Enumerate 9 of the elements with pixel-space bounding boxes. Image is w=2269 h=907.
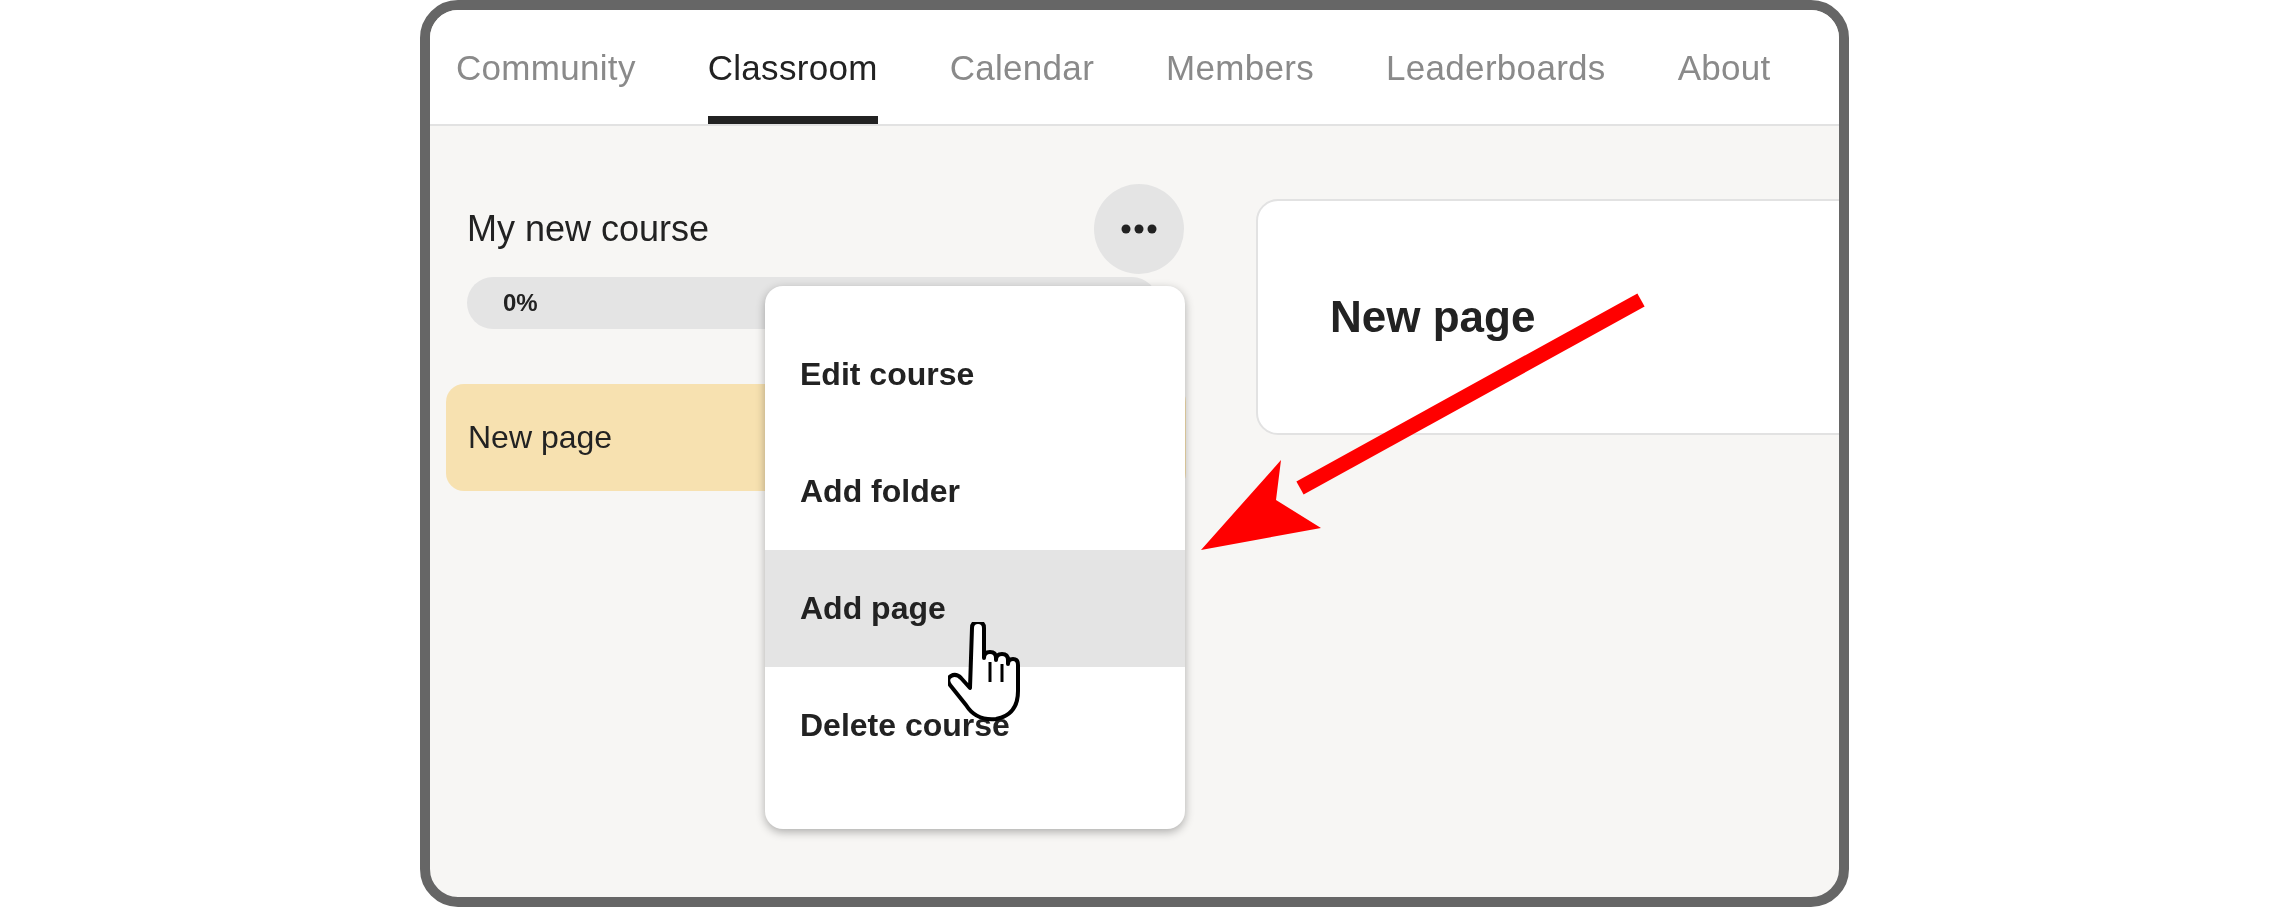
menu-item[interactable]: Add folder: [765, 433, 1185, 550]
menu-item[interactable]: Edit course: [765, 316, 1185, 433]
nav-tab[interactable]: Classroom: [707, 10, 878, 124]
menu-item[interactable]: Delete course: [765, 667, 1185, 784]
progress-label: 0%: [503, 289, 538, 317]
menu-item[interactable]: Add page: [765, 550, 1185, 667]
course-title: My new course: [467, 208, 710, 250]
ellipsis-icon: [1119, 223, 1159, 235]
page-title: New page: [1330, 292, 1536, 342]
